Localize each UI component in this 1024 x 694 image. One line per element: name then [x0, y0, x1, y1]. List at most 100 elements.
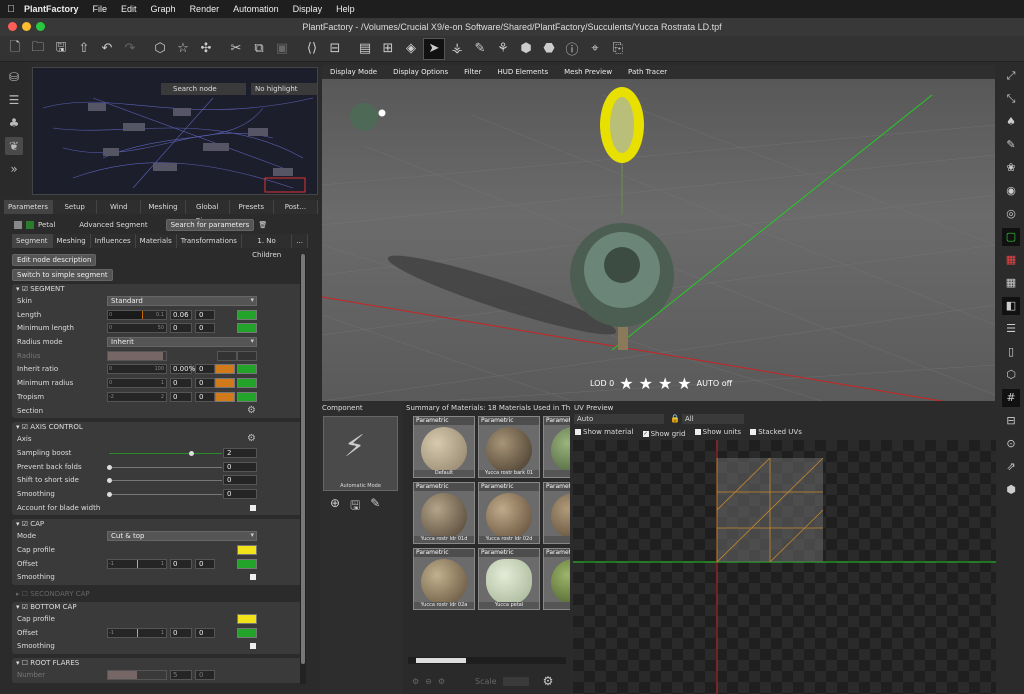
tab-materials[interactable]: Materials [135, 234, 177, 248]
path-tracer-tab[interactable]: Path Tracer [620, 65, 675, 79]
zoom-window-button[interactable] [36, 22, 45, 31]
tab-children[interactable]: 1. No Children [241, 234, 293, 259]
hud-elements-tab[interactable]: HUD Elements [490, 65, 557, 79]
branch-icon[interactable]: ⚘ [492, 38, 514, 60]
lod-star-icon[interactable]: ★ [639, 374, 653, 393]
delete-icon[interactable]: ⊟ [324, 38, 346, 60]
trash-icon[interactable]: 🗑 [258, 221, 267, 229]
lod-star-icon[interactable]: ★ [658, 374, 672, 393]
length-slider[interactable]: 0 0.1 [107, 309, 167, 320]
segment-header[interactable]: ▾ ☑ SEGMENT [12, 284, 304, 295]
export-icon[interactable]: ⎘ [607, 38, 629, 60]
render-icon[interactable]: ◈ [400, 38, 422, 60]
cubes-icon[interactable]: ⬢ [515, 38, 537, 60]
cap-offset-value[interactable]: 0 [170, 558, 192, 569]
copy-icon[interactable]: ⧉ [248, 38, 270, 60]
pen-icon[interactable]: ✎ [1002, 136, 1020, 154]
menu-render[interactable]: Render [183, 4, 227, 14]
bottom-cap-profile-chip[interactable] [237, 614, 257, 625]
open-folder-icon[interactable]: 🗀 [27, 38, 49, 60]
minradius-slider[interactable]: 01 [107, 378, 167, 389]
switch-simple-button[interactable]: Switch to simple segment [12, 269, 113, 281]
tab-influences[interactable]: Influences [90, 234, 136, 248]
tropism-value[interactable]: 0 [170, 391, 192, 402]
stacked-uvs-checkbox[interactable]: Stacked UVs [750, 428, 802, 436]
uv-filter-select[interactable]: All [682, 414, 744, 424]
cubes-alt-icon[interactable]: ⬣ [538, 38, 560, 60]
materials-scrollbar[interactable] [408, 657, 566, 664]
cube-icon[interactable]: ⬡ [1002, 366, 1020, 384]
search-node-field[interactable]: Search node [161, 83, 246, 95]
cut-icon[interactable]: ✂ [225, 38, 247, 60]
tab-parameters[interactable]: Parameters [4, 200, 54, 214]
minlength-slider[interactable]: 0 50 [107, 323, 167, 334]
shift-value[interactable]: 0 [223, 475, 257, 486]
sampling-value[interactable]: 2 [223, 447, 257, 458]
axis-control-header[interactable]: ▾ ☑ AXIS CONTROL [12, 422, 304, 433]
axis-smoothing-handle[interactable] [107, 491, 112, 497]
cap-profile-chip[interactable] [237, 545, 257, 555]
image-icon[interactable]: ▤ [354, 38, 376, 60]
gradient-icon[interactable]: ▦ [1002, 251, 1020, 269]
eye-off-icon[interactable]: ◎ [1002, 205, 1020, 223]
show-grid-checkbox[interactable]: ✓ Show grid [642, 430, 685, 438]
frame-icon[interactable]: ⊞ [377, 38, 399, 60]
sampling-handle[interactable] [189, 450, 194, 456]
tropism-green-chip[interactable] [237, 391, 257, 402]
tab-meshing[interactable]: Meshing [141, 200, 186, 214]
tab-post[interactable]: Post... [273, 200, 319, 214]
panel-scrollbar[interactable] [300, 254, 306, 684]
cube-icon[interactable]: ⬡ [149, 38, 171, 60]
lod-star-icon[interactable]: ★ [677, 374, 691, 393]
redo-icon[interactable]: ↷ [119, 38, 141, 60]
material-card[interactable]: Parametric Yucca rostr bark 01 [478, 416, 540, 478]
material-card[interactable]: Parametric [543, 416, 570, 478]
secondary-cap-header[interactable]: ▸ ☐ SECONDARY CAP [8, 589, 308, 600]
length-value[interactable]: 0.06 [170, 309, 192, 320]
node-icon[interactable]: ✣ [195, 38, 217, 60]
minlength-spin[interactable]: 0 [195, 323, 215, 334]
prevent-value[interactable]: 0 [223, 461, 257, 472]
menu-edit[interactable]: Edit [114, 4, 144, 14]
section-gear-icon[interactable]: ⚙ [247, 405, 256, 416]
show-material-checkbox[interactable]: Show material [575, 428, 633, 436]
bottom-cap-offset-chip[interactable] [237, 627, 257, 638]
display-mode-tab[interactable]: Display Mode [322, 65, 385, 79]
material-card[interactable]: Parametric Yucca rostr ldr 02a [413, 548, 475, 610]
apple-icon[interactable]:  [0, 4, 22, 15]
tree-icon[interactable]: ♣ [5, 114, 23, 132]
prevent-handle[interactable] [107, 464, 112, 470]
bottom-cap-offset-slider[interactable]: -1 1 [107, 627, 167, 638]
inherit-green-chip[interactable] [237, 364, 257, 375]
automatic-mode-card[interactable]: ⚡ Automatic Mode [323, 416, 398, 491]
material-card[interactable]: Parametric Yucca rostr ldr 02d [478, 482, 540, 544]
minradius-value[interactable]: 0 [170, 378, 192, 389]
tab-transformations[interactable]: Transformations [176, 234, 242, 248]
auto-lod-label[interactable]: AUTO off [697, 379, 732, 388]
cap-header[interactable]: ▾ ☑ CAP [12, 519, 304, 530]
bottom-cap-smoothing-checkbox[interactable] [250, 643, 256, 650]
compass-icon[interactable]: ⊙ [1002, 435, 1020, 453]
display-options-tab[interactable]: Display Options [385, 65, 456, 79]
minimize-window-button[interactable] [22, 22, 31, 31]
material-card[interactable]: Parametric Default [413, 416, 475, 478]
uv-grid-icon[interactable]: # [1002, 389, 1020, 407]
uv-source-select[interactable]: Auto [574, 414, 664, 424]
close-window-button[interactable] [8, 22, 17, 31]
frame-green-icon[interactable]: ▢ [1002, 228, 1020, 246]
filter-tab[interactable]: Filter [456, 65, 489, 79]
3d-viewport[interactable] [322, 65, 995, 401]
axis-smoothing-value[interactable]: 0 [223, 488, 257, 499]
minradius-spin[interactable]: 0 [195, 378, 215, 389]
hierarchy-icon[interactable]: ⚶ [446, 38, 468, 60]
layers-icon[interactable]: ☰ [1002, 320, 1020, 338]
shift-slider[interactable] [109, 480, 222, 482]
collapse-icon[interactable]: ⤡ [1002, 90, 1020, 108]
star-icon[interactable]: ☆ [172, 38, 194, 60]
eye-icon[interactable]: ◉ [1002, 182, 1020, 200]
minlength-green-chip[interactable] [237, 323, 257, 334]
edit-description-button[interactable]: Edit node description [12, 254, 97, 266]
tab-wind[interactable]: Wind [97, 200, 142, 214]
tropism-spin[interactable]: 0 [195, 391, 215, 402]
tab-seg-meshing[interactable]: Meshing [52, 234, 91, 248]
